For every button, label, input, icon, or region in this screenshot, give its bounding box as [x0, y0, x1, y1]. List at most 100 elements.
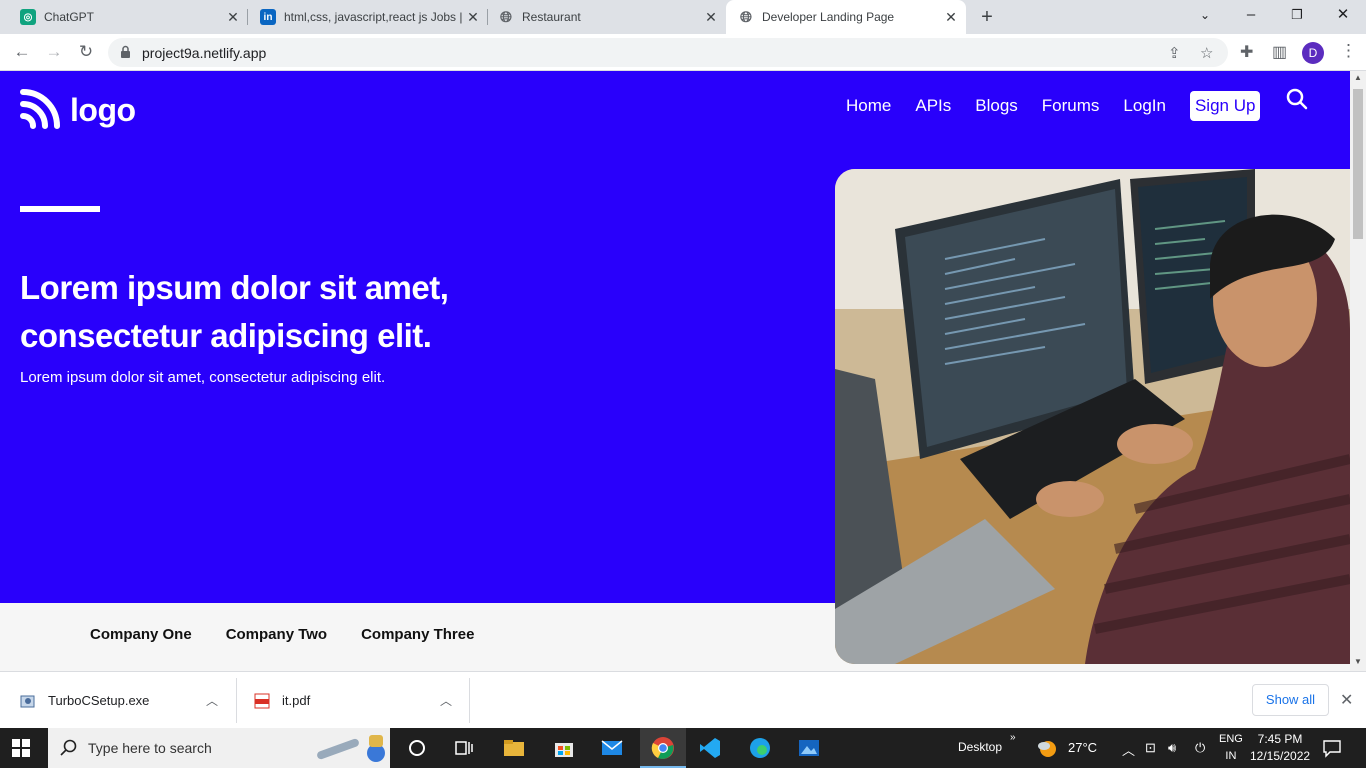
- nav-forums[interactable]: Forums: [1042, 96, 1100, 116]
- menu-kebab-icon[interactable]: ⋮: [1340, 41, 1357, 61]
- hero-subtext: Lorem ipsum dolor sit amet, consectetur …: [20, 369, 386, 386]
- close-downloads-bar-icon[interactable]: ✕: [1340, 690, 1353, 710]
- weather-icon[interactable]: [1036, 737, 1058, 759]
- url-text: project9a.netlify.app: [142, 45, 267, 61]
- battery-icon[interactable]: ⏻: [1195, 740, 1205, 756]
- reload-button[interactable]: ↻: [74, 40, 98, 64]
- search-highlight-illustration: [317, 735, 385, 762]
- company-logos: Company One Company Two Company Three: [90, 626, 508, 643]
- clock-date: 12/15/2022: [1250, 749, 1311, 763]
- download-divider: [236, 678, 237, 723]
- download-divider: [469, 678, 470, 723]
- tab-search-chevron-icon[interactable]: ⌄: [1182, 0, 1228, 30]
- downloads-bar: TurboCSetup.exe ︿ it.pdf ︿ Show all ✕: [0, 671, 1366, 728]
- developer-photo: [835, 169, 1350, 664]
- site-logo[interactable]: logo: [20, 89, 136, 131]
- restore-button[interactable]: ❐: [1274, 0, 1320, 30]
- vscode-icon[interactable]: [698, 736, 722, 760]
- browser-toolbar: ← → ↻ project9a.netlify.app ⇪ ☆ ✚ ▥ D ⋮: [0, 34, 1366, 71]
- scroll-up-arrow-icon[interactable]: ▲: [1350, 73, 1366, 82]
- desktop-toolbar-label[interactable]: Desktop: [958, 740, 1002, 754]
- scroll-down-arrow-icon[interactable]: ▼: [1350, 657, 1366, 666]
- windows-start-icon[interactable]: [12, 739, 30, 757]
- chatgpt-icon: ◎: [20, 9, 36, 25]
- edge-icon[interactable]: [748, 736, 772, 760]
- bookmark-star-icon[interactable]: ☆: [1200, 44, 1213, 62]
- logo-text: logo: [70, 91, 136, 128]
- download-filename: TurboCSetup.exe: [48, 693, 150, 708]
- search-placeholder: Type here to search: [88, 740, 212, 756]
- tab-linkedin-jobs[interactable]: in html,css, javascript,react js Jobs | …: [240, 0, 488, 34]
- photos-icon[interactable]: [797, 736, 821, 760]
- chrome-taskbar-button[interactable]: [640, 728, 686, 768]
- tab-developer-landing-page[interactable]: 🌐︎ Developer Landing Page ✕: [726, 0, 966, 34]
- nav-apis[interactable]: APIs: [915, 96, 951, 116]
- lock-icon: [121, 45, 130, 58]
- globe-icon: 🌐︎: [499, 8, 512, 26]
- nav-login[interactable]: LogIn: [1123, 96, 1166, 116]
- notifications-icon[interactable]: [1322, 738, 1342, 758]
- input-language[interactable]: ENG IN: [1219, 731, 1243, 765]
- chevron-up-icon[interactable]: ︿: [1122, 740, 1135, 759]
- accent-bar: [20, 206, 100, 212]
- globe-icon: 🌐︎: [739, 8, 752, 26]
- task-view-icon[interactable]: [452, 736, 476, 760]
- nav-blogs[interactable]: Blogs: [975, 96, 1018, 116]
- tab-title: Developer Landing Page: [762, 10, 895, 24]
- back-button[interactable]: ←: [10, 40, 34, 64]
- chevron-up-icon[interactable]: ︿: [440, 692, 452, 709]
- close-icon[interactable]: ✕: [942, 9, 960, 26]
- side-panel-icon[interactable]: ▥: [1272, 42, 1287, 62]
- browser-tab-strip: ◎ ChatGPT ✕ in html,css, javascript,reac…: [0, 0, 1366, 34]
- show-all-downloads-button[interactable]: Show all: [1252, 684, 1329, 716]
- volume-icon[interactable]: 🔊︎: [1168, 740, 1176, 756]
- nav-home[interactable]: Home: [846, 96, 891, 116]
- profile-avatar[interactable]: D: [1302, 42, 1324, 64]
- signup-button[interactable]: Sign Up: [1189, 91, 1261, 121]
- hero-headline: Lorem ipsum dolor sit amet, consectetur …: [20, 269, 449, 354]
- network-icon[interactable]: ⊡: [1145, 740, 1156, 756]
- close-icon[interactable]: ✕: [702, 9, 720, 26]
- chevron-up-icon[interactable]: ︿: [206, 692, 218, 709]
- download-item-turboc[interactable]: TurboCSetup.exe ︿: [20, 672, 230, 729]
- tab-title: ChatGPT: [44, 10, 95, 24]
- minimize-button[interactable]: –: [1228, 0, 1274, 30]
- forward-button[interactable]: →: [42, 40, 66, 64]
- scrollbar-thumb[interactable]: [1353, 89, 1363, 239]
- company-one: Company One: [90, 626, 192, 643]
- logo-signal-icon: [20, 89, 60, 129]
- close-window-button[interactable]: ✕: [1320, 0, 1366, 30]
- download-item-itpdf[interactable]: it.pdf ︿: [254, 672, 464, 729]
- share-icon[interactable]: ⇪: [1168, 44, 1181, 62]
- page-scrollbar[interactable]: ▲ ▼: [1350, 71, 1366, 671]
- tab-restaurant[interactable]: 🌐︎ Restaurant ✕: [478, 0, 726, 34]
- address-bar[interactable]: project9a.netlify.app ⇪ ☆: [108, 38, 1228, 67]
- system-clock[interactable]: 7:45 PM 12/15/2022: [1250, 731, 1310, 765]
- file-explorer-icon[interactable]: [502, 736, 526, 760]
- taskbar-search-box[interactable]: Type here to search: [48, 728, 390, 768]
- search-icon: [60, 739, 77, 756]
- site-nav: Home APIs Blogs Forums LogIn Sign Up: [846, 91, 1261, 121]
- region-code: IN: [1225, 750, 1237, 762]
- tab-title: html,css, javascript,react js Jobs |: [284, 10, 463, 24]
- company-three: Company Three: [361, 626, 475, 643]
- windows-taskbar: Type here to search Desktop » 27°C ︿ ⊡ 🔊…: [0, 728, 1366, 768]
- installer-icon: [20, 695, 35, 707]
- search-icon[interactable]: [1285, 87, 1309, 111]
- new-tab-button[interactable]: +: [976, 4, 998, 30]
- tab-title: Restaurant: [522, 10, 581, 24]
- extensions-puzzle-icon[interactable]: ✚: [1240, 42, 1253, 62]
- microsoft-store-icon[interactable]: [552, 736, 576, 760]
- language-code: ENG: [1219, 733, 1243, 745]
- mail-icon[interactable]: [600, 736, 624, 760]
- toolbar-expand-icon[interactable]: »: [1010, 732, 1016, 743]
- temperature[interactable]: 27°C: [1068, 740, 1097, 755]
- tab-chatgpt[interactable]: ◎ ChatGPT ✕: [0, 0, 248, 34]
- cortana-icon[interactable]: [405, 736, 429, 760]
- chrome-icon: [651, 737, 674, 759]
- landing-page: logo Home APIs Blogs Forums LogIn Sign U…: [0, 71, 1350, 671]
- hero-image: [835, 169, 1350, 664]
- clock-time: 7:45 PM: [1257, 732, 1303, 746]
- download-filename: it.pdf: [282, 693, 311, 708]
- pdf-icon: [254, 693, 270, 708]
